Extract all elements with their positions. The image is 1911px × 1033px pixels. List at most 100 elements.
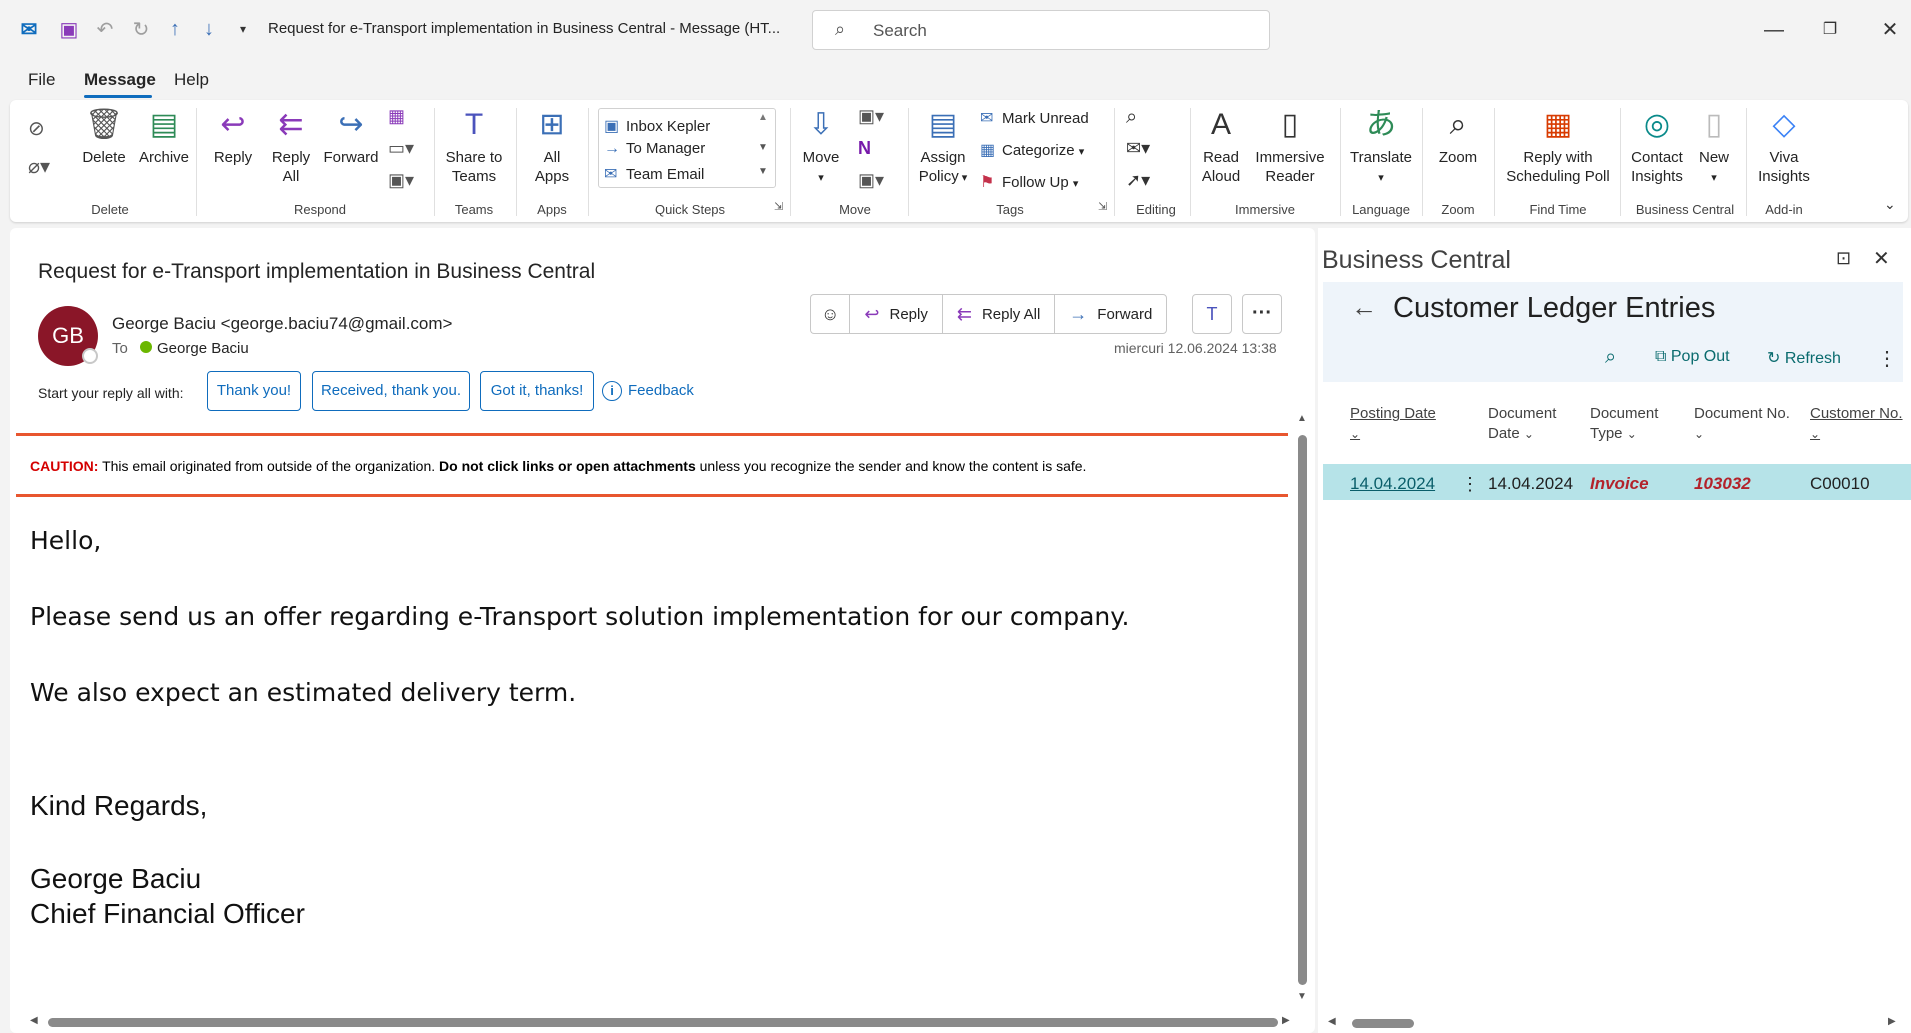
cleanup-icon[interactable]: ⌀▾ — [28, 154, 50, 179]
undo-icon[interactable]: ↶ — [92, 16, 118, 42]
page-title: Customer Ledger Entries — [1393, 292, 1716, 324]
close-pane-icon[interactable]: ✕ — [1873, 246, 1890, 271]
meeting-icon[interactable]: ▦ — [388, 106, 405, 127]
scroll-right-arrow-icon[interactable]: ▶ — [1282, 1015, 1290, 1026]
scrollbar-thumb[interactable] — [1352, 1019, 1414, 1028]
quick-reply-got-it[interactable]: Got it, thanks! — [480, 371, 594, 411]
follow-up-button[interactable]: ⚑ Follow Up ▾ — [980, 172, 1078, 192]
search-box[interactable]: ⌕ Search — [812, 10, 1270, 50]
scroll-left-arrow-icon[interactable]: ◀ — [1328, 1016, 1336, 1027]
move-button[interactable]: ⇩ Move ▾ — [796, 106, 846, 188]
back-arrow-icon[interactable]: ← — [1351, 292, 1377, 323]
cell-posting-date[interactable]: 14.04.2024 — [1350, 474, 1435, 494]
horizontal-scrollbar[interactable]: ◀ ▶ — [1328, 1015, 1898, 1031]
redo-icon[interactable]: ↻ — [128, 16, 154, 42]
vertical-scrollbar[interactable]: ▲ ▼ — [1293, 413, 1311, 1008]
scroll-up-icon[interactable]: ▲ — [758, 112, 768, 123]
reply-scheduling-poll-button[interactable]: ▦ Reply with Scheduling Poll — [1500, 106, 1616, 186]
column-document-no[interactable]: Document No. ⌄ — [1694, 404, 1790, 444]
column-document-type[interactable]: Document Type ⌄ — [1590, 404, 1658, 444]
new-button[interactable]: ▯ New ▾ — [1694, 106, 1734, 188]
viva-insights-button[interactable]: ◇ Viva Insights — [1754, 106, 1814, 186]
search-icon[interactable]: ⌕ — [1605, 346, 1616, 369]
expand-gallery-icon[interactable]: ▼ — [758, 166, 768, 177]
more-actions-button[interactable]: ··· — [1242, 294, 1282, 334]
reply-all-action-button[interactable]: ⇇ Reply All — [941, 294, 1055, 334]
group-label-move: Move — [839, 202, 871, 217]
ignore-icon[interactable]: ⊘ — [28, 116, 45, 141]
save-icon[interactable]: ▣ — [56, 16, 82, 42]
scroll-up-arrow-icon[interactable]: ▲ — [1297, 413, 1307, 424]
scrollbar-thumb[interactable] — [1298, 435, 1307, 985]
feedback-link[interactable]: i Feedback — [602, 381, 694, 401]
forward-button[interactable]: ↪ Forward — [320, 106, 382, 167]
ribbon-collapse-icon[interactable]: ⌄ — [1884, 196, 1896, 213]
quick-step-inbox-kepler[interactable]: ▣ Inbox Kepler — [604, 116, 710, 136]
previous-item-icon[interactable]: ↑ — [162, 16, 188, 42]
quick-step-team-email[interactable]: ✉ Team Email — [604, 164, 704, 184]
assign-policy-button[interactable]: ▤ Assign Policy ▾ — [914, 106, 972, 188]
reply-action-button[interactable]: ↩ Reply — [849, 294, 942, 334]
share-to-teams-button[interactable]: T Share to Teams — [442, 106, 506, 186]
scroll-right-arrow-icon[interactable]: ▶ — [1888, 1016, 1896, 1027]
im-icon[interactable]: ▭▾ — [388, 138, 414, 159]
quick-reply-received[interactable]: Received, thank you. — [312, 371, 470, 411]
scrollbar-thumb[interactable] — [48, 1018, 1278, 1027]
horizontal-scrollbar[interactable]: ◀ ▶ — [30, 1013, 1295, 1031]
column-customer-no[interactable]: Customer No. ⌄ — [1810, 404, 1903, 444]
zoom-button[interactable]: ⌕ Zoom — [1430, 106, 1486, 167]
minimize-icon[interactable]: — — [1754, 14, 1794, 46]
reply-button[interactable]: ↩ Reply — [208, 106, 258, 167]
teams-chat-button[interactable]: T — [1192, 294, 1232, 334]
all-apps-button[interactable]: ⊞ All Apps — [526, 106, 578, 186]
categorize-button[interactable]: ▦ Categorize ▾ — [980, 140, 1084, 160]
group-label-apps: Apps — [537, 202, 567, 217]
forward-action-button[interactable]: → Forward — [1054, 294, 1168, 334]
caution-top-border — [16, 433, 1288, 436]
close-icon[interactable]: ✕ — [1870, 14, 1910, 46]
read-aloud-button[interactable]: A Read Aloud — [1198, 106, 1244, 186]
menu-help[interactable]: Help — [174, 70, 209, 90]
rules-icon[interactable]: ▣▾ — [858, 106, 884, 127]
menu-message[interactable]: Message — [84, 70, 156, 90]
refresh-button[interactable]: ↻ Refresh — [1767, 348, 1841, 368]
delete-button[interactable]: 🗑 Delete — [80, 106, 128, 167]
more-options-icon[interactable]: ⋮ — [1877, 346, 1897, 371]
translate-button[interactable]: あ Translate ▾ — [1346, 106, 1416, 188]
archive-button[interactable]: ▤ Archive — [136, 106, 192, 167]
related-icon[interactable]: ✉▾ — [1126, 138, 1150, 159]
scroll-down-icon[interactable]: ▼ — [758, 142, 768, 153]
column-document-date[interactable]: Document Date ⌄ — [1488, 404, 1556, 444]
pop-out-button[interactable]: ⧉ Pop Out — [1655, 348, 1730, 366]
table-row[interactable]: 14.04.2024 ⋮ 14.04.2024 Invoice 103032 C… — [1323, 464, 1911, 500]
cell-document-no[interactable]: 103032 — [1694, 474, 1751, 494]
quick-step-to-manager[interactable]: → To Manager — [604, 140, 705, 158]
onenote-icon[interactable]: N — [858, 138, 871, 159]
column-posting-date[interactable]: Posting Date ⌄ — [1350, 404, 1436, 444]
scroll-left-arrow-icon[interactable]: ◀ — [30, 1015, 38, 1026]
immersive-reader-button[interactable]: ▯ Immersive Reader — [1250, 106, 1330, 186]
caution-bottom-border — [16, 494, 1288, 497]
menu-file[interactable]: File — [28, 70, 55, 90]
mark-unread-button[interactable]: ✉ Mark Unread — [980, 108, 1089, 128]
emoji-reaction-button[interactable]: ☺ — [810, 294, 850, 334]
contact-insights-button[interactable]: ◎ Contact Insights — [1626, 106, 1688, 186]
actions-icon[interactable]: ▣▾ — [858, 170, 884, 191]
dialog-launcher-icon[interactable]: ⇲ — [774, 200, 783, 213]
tags-dialog-launcher-icon[interactable]: ⇲ — [1098, 200, 1107, 213]
next-item-icon[interactable]: ↓ — [196, 16, 222, 42]
customize-toolbar-icon[interactable]: ▾ — [230, 16, 256, 42]
select-icon[interactable]: ➚▾ — [1126, 170, 1150, 191]
row-menu-icon[interactable]: ⋮ — [1461, 474, 1479, 495]
find-icon[interactable]: ⌕ — [1126, 106, 1137, 129]
signature-title: Chief Financial Officer — [30, 898, 305, 929]
zoom-icon: ⌕ — [1449, 108, 1467, 141]
scroll-down-arrow-icon[interactable]: ▼ — [1297, 991, 1307, 1002]
more-respond-icon[interactable]: ▣▾ — [388, 170, 414, 191]
reply-all-button[interactable]: ⇇ Reply All — [266, 106, 316, 186]
pin-pane-icon[interactable]: ⊡ — [1836, 248, 1851, 269]
quick-reply-thank-you[interactable]: Thank you! — [207, 371, 301, 411]
recipient[interactable]: George Baciu — [157, 340, 249, 357]
restore-icon[interactable]: ❐ — [1810, 14, 1850, 46]
sender[interactable]: George Baciu <george.baciu74@gmail.com> — [112, 314, 452, 334]
